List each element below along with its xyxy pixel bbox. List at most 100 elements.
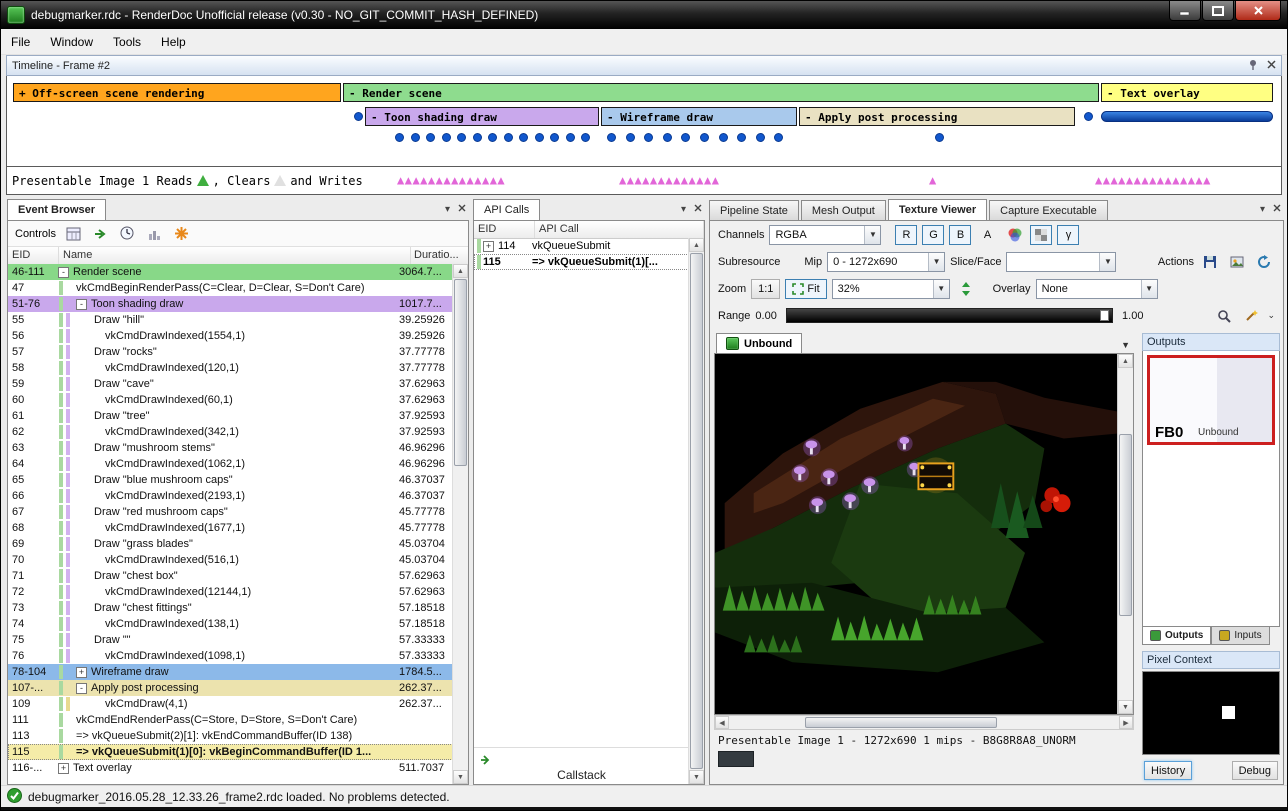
expander-icon[interactable]: + (58, 763, 69, 774)
scroll-left-icon[interactable]: ◀ (715, 716, 729, 729)
draw-event-dot[interactable] (395, 133, 404, 142)
chevron-down-icon[interactable]: ▾ (445, 204, 450, 215)
texture-display[interactable]: ▲ ▼ (714, 353, 1134, 715)
draw-event-dot[interactable] (354, 112, 363, 121)
draw-event-dot[interactable] (644, 133, 653, 142)
event-row[interactable]: 63Draw "mushroom stems"46.96296 (8, 440, 453, 456)
event-row[interactable]: 75Draw ""57.33333 (8, 632, 453, 648)
scrollbar-thumb[interactable] (454, 279, 467, 466)
event-browser-vscrollbar[interactable]: ▲ ▼ (452, 264, 468, 784)
column-api-call[interactable]: API Call (535, 221, 704, 238)
expander-icon[interactable]: + (76, 667, 87, 678)
column-duration[interactable]: Duratio... (411, 247, 468, 264)
usage-triangle-group[interactable]: ▲▲▲▲▲▲▲▲▲▲▲▲▲▲ (397, 172, 505, 188)
close-button[interactable] (1235, 1, 1281, 21)
event-row[interactable]: 74vkCmdDrawIndexed(138,1)57.18518 (8, 616, 453, 632)
scroll-up-icon[interactable]: ▲ (453, 264, 468, 278)
timeline-marker-bar[interactable]: - Toon shading draw (365, 107, 599, 126)
timeline-marker-bar[interactable]: - Text overlay (1101, 83, 1273, 102)
event-row[interactable]: 61Draw "tree"37.92593 (8, 408, 453, 424)
close-icon[interactable] (458, 204, 466, 215)
draw-event-dot[interactable] (1084, 112, 1093, 121)
close-icon[interactable] (694, 204, 702, 215)
callstack-label[interactable]: Callstack (474, 768, 689, 782)
scrollbar-thumb[interactable] (690, 253, 703, 769)
event-row[interactable]: 66vkCmdDrawIndexed(2193,1)46.37037 (8, 488, 453, 504)
tab-unbound-texture[interactable]: Unbound (716, 333, 802, 353)
usage-triangle[interactable] (197, 175, 209, 186)
tab-pipeline-state[interactable]: Pipeline State (709, 200, 799, 220)
flip-vertical-icon[interactable] (955, 279, 977, 299)
event-row[interactable]: 111vkCmdEndRenderPass(C=Store, D=Store, … (8, 712, 453, 728)
timeline-header[interactable]: Timeline - Frame #2 (6, 55, 1282, 76)
save-icon[interactable] (1199, 252, 1221, 272)
column-eid[interactable]: EID (474, 221, 535, 238)
color-wheel-icon[interactable] (1003, 225, 1025, 245)
chevron-down-icon[interactable]: ▼ (1121, 340, 1130, 350)
zoom-select[interactable]: 32%▼ (832, 279, 950, 299)
blue-channel-button[interactable]: B (949, 225, 971, 245)
tab-event-browser[interactable]: Event Browser (7, 199, 106, 220)
draw-event-dot[interactable] (935, 133, 944, 142)
event-row[interactable]: 58vkCmdDrawIndexed(120,1)37.77778 (8, 360, 453, 376)
timeline-body[interactable]: + Off-screen scene rendering- Render sce… (6, 76, 1282, 195)
scroll-right-icon[interactable]: ▶ (1119, 716, 1133, 729)
command-buffer-bar[interactable] (1101, 111, 1273, 122)
draw-event-dot[interactable] (550, 133, 559, 142)
draw-event-dot[interactable] (681, 133, 690, 142)
zoom-1to1-button[interactable]: 1:1 (751, 279, 780, 299)
red-channel-button[interactable]: R (895, 225, 917, 245)
slice-face-select[interactable]: ▼ (1006, 252, 1116, 272)
pixel-context-view[interactable] (1142, 671, 1280, 755)
event-row[interactable]: 59Draw "cave"37.62963 (8, 376, 453, 392)
filter-icon[interactable] (65, 225, 83, 243)
fb0-thumbnail[interactable]: FB0 Unbound (1147, 355, 1275, 445)
magnifier-icon[interactable] (1213, 306, 1235, 326)
draw-event-dot[interactable] (411, 133, 420, 142)
draw-event-dot[interactable] (457, 133, 466, 142)
close-icon[interactable] (1267, 60, 1276, 72)
zoom-fit-button[interactable]: Fit (785, 279, 826, 299)
usage-triangle-group[interactable]: ▲ (929, 172, 937, 188)
draw-event-dot[interactable] (626, 133, 635, 142)
range-min-value[interactable]: 0.00 (755, 310, 776, 322)
api-calls-column-header[interactable]: EID API Call (474, 221, 704, 239)
event-row[interactable]: 109vkCmdDraw(4,1)262.37... (8, 696, 453, 712)
tab-outputs[interactable]: Outputs (1142, 627, 1211, 645)
scrollbar-thumb[interactable] (1119, 434, 1132, 616)
texture-image[interactable] (715, 354, 1118, 714)
overlay-select[interactable]: None▼ (1036, 279, 1158, 299)
refresh-icon[interactable] (1253, 252, 1275, 272)
draw-event-dot[interactable] (426, 133, 435, 142)
event-row[interactable]: 68vkCmdDrawIndexed(1677,1)45.77778 (8, 520, 453, 536)
event-row[interactable]: 107-...-Apply post processing262.37... (8, 680, 453, 696)
time-draws-icon[interactable] (119, 225, 137, 243)
event-row[interactable]: 113=> vkQueueSubmit(2)[1]: vkEndCommandB… (8, 728, 453, 744)
tab-mesh-output[interactable]: Mesh Output (801, 200, 886, 220)
menu-tools[interactable]: Tools (103, 31, 151, 53)
pin-icon[interactable] (1248, 59, 1259, 73)
scroll-down-icon[interactable]: ▼ (1118, 700, 1133, 714)
draw-event-dot[interactable] (473, 133, 482, 142)
texture-vscrollbar[interactable]: ▲ ▼ (1117, 354, 1133, 714)
range-slider[interactable] (786, 308, 1113, 323)
event-row[interactable]: 55Draw "hill"39.25926 (8, 312, 453, 328)
callstack-section[interactable]: Callstack (474, 747, 689, 784)
scroll-down-icon[interactable]: ▼ (453, 770, 468, 784)
close-icon[interactable] (1273, 204, 1281, 215)
usage-triangle-group[interactable]: ▲▲▲▲▲▲▲▲▲▲▲▲▲▲▲ (1095, 172, 1211, 188)
api-call-row[interactable]: +114vkQueueSubmit (474, 238, 689, 254)
chevron-down-icon[interactable]: ▾ (1260, 204, 1265, 215)
tab-capture-executable[interactable]: Capture Executable (989, 200, 1108, 220)
api-call-row[interactable]: 115=> vkQueueSubmit(1)[... (474, 254, 689, 270)
expander-icon[interactable]: + (483, 241, 494, 252)
scroll-up-icon[interactable]: ▲ (1118, 354, 1133, 368)
scrollbar-thumb[interactable] (805, 717, 997, 728)
scroll-down-icon[interactable]: ▼ (689, 770, 704, 784)
draw-event-dot[interactable] (566, 133, 575, 142)
draw-event-dot[interactable] (519, 133, 528, 142)
event-row[interactable]: 65Draw "blue mushroom caps"46.37037 (8, 472, 453, 488)
draw-event-dot[interactable] (535, 133, 544, 142)
stats-icon[interactable] (146, 225, 164, 243)
menu-file[interactable]: File (1, 31, 40, 53)
